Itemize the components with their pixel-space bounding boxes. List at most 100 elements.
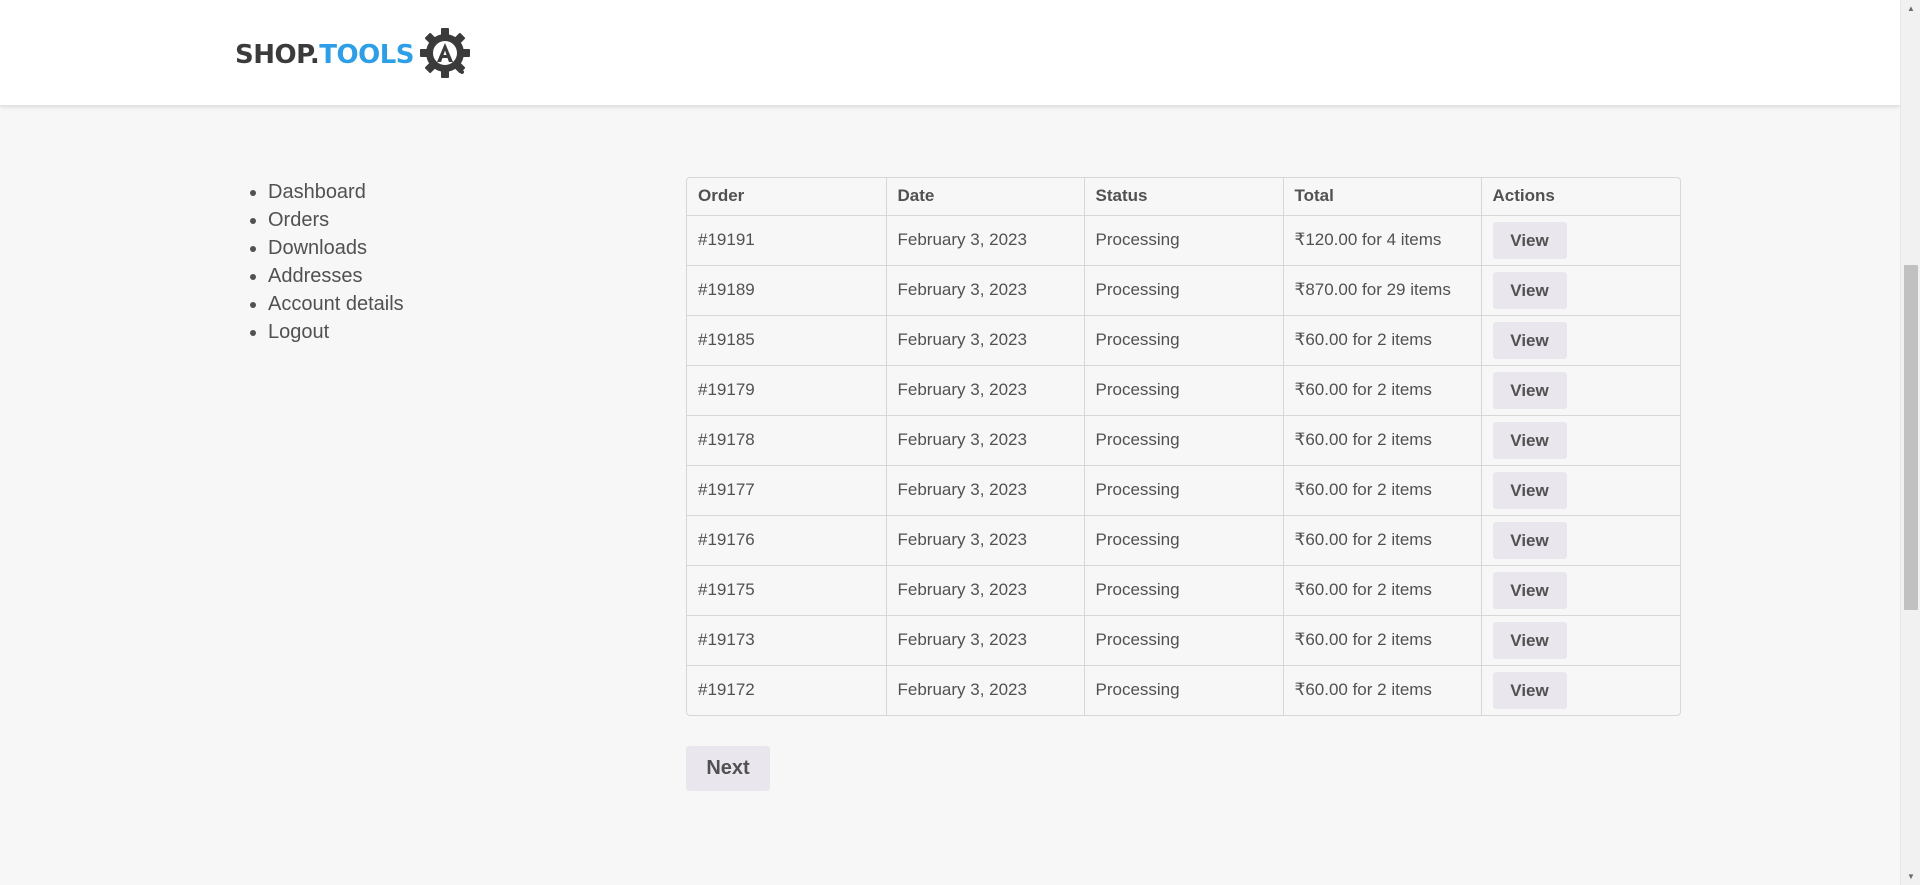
view-order-button[interactable]: View xyxy=(1492,421,1567,459)
order-date-cell: February 3, 2023 xyxy=(886,565,1085,616)
page: SHOP.TOOLS Dashboar xyxy=(0,0,1920,885)
order-number-cell[interactable]: #19175 xyxy=(687,565,887,616)
order-number-cell[interactable]: #19191 xyxy=(687,215,887,266)
nav-item-account-details: Account details xyxy=(268,290,404,318)
order-date-cell: February 3, 2023 xyxy=(886,615,1085,666)
nav-link-dashboard[interactable]: Dashboard xyxy=(268,181,366,203)
order-date-cell: February 3, 2023 xyxy=(886,415,1085,466)
nav-link-logout[interactable]: Logout xyxy=(268,321,329,343)
order-total-cell: ₹60.00 for 2 items xyxy=(1283,565,1482,616)
order-actions-cell: View xyxy=(1481,415,1680,466)
account-nav-list: Dashboard Orders Downloads Addresses Acc… xyxy=(248,178,404,346)
order-status-cell: Processing xyxy=(1084,665,1284,715)
view-order-button[interactable]: View xyxy=(1492,671,1567,709)
order-date-cell: February 3, 2023 xyxy=(886,665,1085,715)
order-status-cell: Processing xyxy=(1084,565,1284,616)
order-status-cell: Processing xyxy=(1084,315,1284,366)
nav-link-addresses[interactable]: Addresses xyxy=(268,265,363,287)
table-row: #19175 February 3, 2023 Processing ₹60.00 f… xyxy=(687,565,1680,616)
account-navigation: Dashboard Orders Downloads Addresses Acc… xyxy=(248,178,404,346)
shop-tools-logo[interactable]: SHOP.TOOLS xyxy=(235,26,476,84)
logo-tools-text: TOOLS xyxy=(319,40,414,70)
view-order-button[interactable]: View xyxy=(1492,471,1567,509)
order-total-cell: ₹60.00 for 2 items xyxy=(1283,415,1482,466)
order-status-cell: Processing xyxy=(1084,415,1284,466)
order-total-cell: ₹60.00 for 2 items xyxy=(1283,465,1482,516)
column-header-total: Total xyxy=(1283,178,1482,216)
nav-item-addresses: Addresses xyxy=(268,262,404,290)
order-total-cell: ₹60.00 for 2 items xyxy=(1283,515,1482,566)
order-date-cell: February 3, 2023 xyxy=(886,465,1085,516)
order-number-cell[interactable]: #19185 xyxy=(687,315,887,366)
order-actions-cell: View xyxy=(1481,515,1680,566)
order-actions-cell: View xyxy=(1481,315,1680,366)
table-row: #19177 February 3, 2023 Processing ₹60.00 f… xyxy=(687,465,1680,516)
scroll-up-arrow-icon[interactable]: ▲ xyxy=(1901,0,1920,17)
nav-item-downloads: Downloads xyxy=(268,234,404,262)
order-status-cell: Processing xyxy=(1084,615,1284,666)
order-number-cell[interactable]: #19179 xyxy=(687,365,887,416)
view-order-button[interactable]: View xyxy=(1492,621,1567,659)
nav-link-downloads[interactable]: Downloads xyxy=(268,237,367,259)
orders-table-body: #19191 February 3, 2023 Processing ₹120.00 … xyxy=(687,215,1680,715)
order-actions-cell: View xyxy=(1481,215,1680,266)
order-date-cell: February 3, 2023 xyxy=(886,315,1085,366)
column-header-actions: Actions xyxy=(1481,178,1680,216)
order-total-cell: ₹60.00 for 2 items xyxy=(1283,365,1482,416)
view-order-button[interactable]: View xyxy=(1492,321,1567,359)
scroll-down-arrow-icon[interactable]: ▼ xyxy=(1901,868,1920,885)
order-date-cell: February 3, 2023 xyxy=(886,215,1085,266)
logo-shop-text: SHOP. xyxy=(235,40,320,70)
order-actions-cell: View xyxy=(1481,615,1680,666)
scrollbar-thumb[interactable] xyxy=(1904,265,1918,610)
nav-item-orders: Orders xyxy=(268,206,404,234)
order-number-cell[interactable]: #19173 xyxy=(687,615,887,666)
table-row: #19178 February 3, 2023 Processing ₹60.00 f… xyxy=(687,415,1680,466)
order-total-cell: ₹60.00 for 2 items xyxy=(1283,615,1482,666)
vertical-scrollbar[interactable]: ▲ ▼ xyxy=(1900,0,1920,885)
order-number-cell[interactable]: #19177 xyxy=(687,465,887,516)
order-status-cell: Processing xyxy=(1084,215,1284,266)
table-row: #19185 February 3, 2023 Processing ₹60.00 f… xyxy=(687,315,1680,366)
order-total-cell: ₹60.00 for 2 items xyxy=(1283,665,1482,715)
view-order-button[interactable]: View xyxy=(1492,571,1567,609)
order-number-cell[interactable]: #19176 xyxy=(687,515,887,566)
view-order-button[interactable]: View xyxy=(1492,221,1567,259)
header-row: Order Date Status Total Actions xyxy=(687,178,1680,216)
orders-table-container: Order Date Status Total Actions #19191 Fe… xyxy=(686,177,1681,716)
orders-table: Order Date Status Total Actions #19191 Fe… xyxy=(687,178,1680,715)
column-header-order: Order xyxy=(687,178,887,216)
order-number-cell[interactable]: #19172 xyxy=(687,665,887,715)
column-header-date: Date xyxy=(886,178,1085,216)
table-row: #19179 February 3, 2023 Processing ₹60.00 f… xyxy=(687,365,1680,416)
site-header: SHOP.TOOLS xyxy=(0,0,1900,106)
orders-table-header: Order Date Status Total Actions xyxy=(687,178,1680,216)
column-header-status: Status xyxy=(1084,178,1284,216)
table-row: #19176 February 3, 2023 Processing ₹60.00 f… xyxy=(687,515,1680,566)
order-total-cell: ₹120.00 for 4 items xyxy=(1283,215,1482,266)
order-status-cell: Processing xyxy=(1084,465,1284,516)
view-order-button[interactable]: View xyxy=(1492,371,1567,409)
order-actions-cell: View xyxy=(1481,365,1680,416)
nav-link-account-details[interactable]: Account details xyxy=(268,293,404,315)
order-actions-cell: View xyxy=(1481,265,1680,316)
order-status-cell: Processing xyxy=(1084,365,1284,416)
order-status-cell: Processing xyxy=(1084,265,1284,316)
order-date-cell: February 3, 2023 xyxy=(886,265,1085,316)
next-page-button[interactable]: Next xyxy=(686,746,770,791)
order-actions-cell: View xyxy=(1481,465,1680,516)
logo-wordmark: SHOP.TOOLS xyxy=(235,40,414,70)
nav-item-logout: Logout xyxy=(268,318,404,346)
nav-link-orders[interactable]: Orders xyxy=(268,209,329,231)
table-row: #19173 February 3, 2023 Processing ₹60.00 f… xyxy=(687,615,1680,666)
order-number-cell[interactable]: #19189 xyxy=(687,265,887,316)
order-actions-cell: View xyxy=(1481,665,1680,715)
view-order-button[interactable]: View xyxy=(1492,521,1567,559)
order-status-cell: Processing xyxy=(1084,515,1284,566)
table-row: #19189 February 3, 2023 Processing ₹870.00 … xyxy=(687,265,1680,316)
order-number-cell[interactable]: #19178 xyxy=(687,415,887,466)
view-order-button[interactable]: View xyxy=(1492,271,1567,309)
table-row: #19172 February 3, 2023 Processing ₹60.00 f… xyxy=(687,665,1680,715)
order-date-cell: February 3, 2023 xyxy=(886,365,1085,416)
gear-icon xyxy=(419,28,470,78)
